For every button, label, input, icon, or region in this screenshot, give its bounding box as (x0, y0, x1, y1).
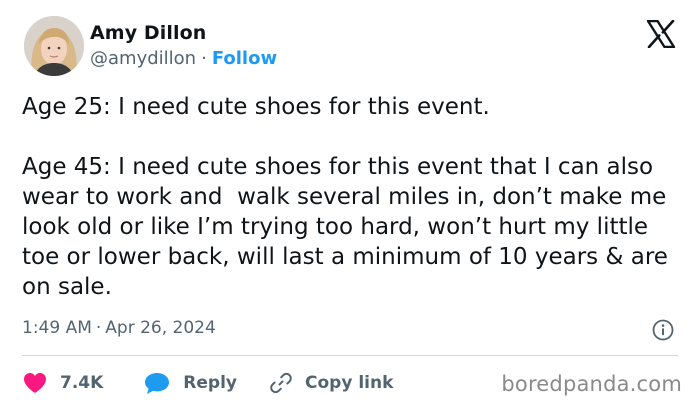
info-icon[interactable] (652, 319, 674, 341)
like-count: 7.4K (60, 373, 104, 393)
tweet-date: Apr 26, 2024 (105, 318, 216, 338)
avatar[interactable] (24, 16, 84, 76)
tweet-time: 1:49 AM (22, 318, 92, 338)
author-display-name[interactable]: Amy Dillon (90, 22, 206, 44)
tweet-paragraph: Age 45: I need cute shoes for this event… (22, 154, 676, 300)
author-handle-line: @amydillon · Follow (90, 48, 277, 69)
watermark: boredpanda.com (501, 372, 682, 396)
x-logo-icon[interactable] (646, 20, 676, 48)
tweet-text: Age 25: I need cute shoes for this event… (22, 92, 687, 302)
follow-button[interactable]: Follow (212, 48, 277, 69)
heart-icon (24, 373, 46, 393)
action-bar: 7.4K Reply Copy link (22, 368, 393, 398)
author-handle[interactable]: @amydillon (90, 48, 196, 69)
tweet-timestamp[interactable]: 1:49 AM · Apr 26, 2024 (22, 318, 216, 338)
copy-link-button[interactable]: Copy link (269, 371, 393, 395)
copy-link-label: Copy link (305, 373, 394, 393)
speech-bubble-icon (145, 373, 170, 394)
tweet-paragraph: Age 25: I need cute shoes for this event… (22, 94, 490, 120)
link-icon (270, 372, 292, 394)
like-button[interactable]: 7.4K (22, 371, 103, 395)
avatar-image (24, 16, 84, 76)
reply-label: Reply (183, 373, 237, 393)
reply-button[interactable]: Reply (143, 371, 237, 395)
divider (22, 355, 678, 356)
timestamp-separator: · (95, 318, 102, 338)
tweet-card: Amy Dillon @amydillon · Follow Age 25: I n… (0, 0, 700, 410)
handle-separator: · (201, 48, 207, 69)
